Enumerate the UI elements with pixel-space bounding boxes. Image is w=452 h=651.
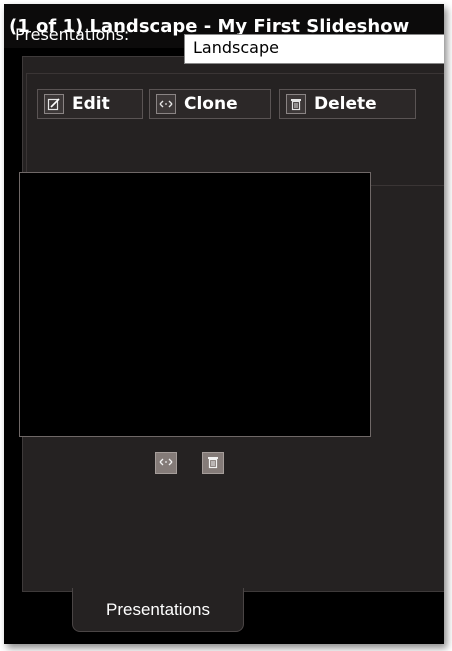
edit-icon — [44, 94, 64, 114]
trash-icon — [206, 454, 220, 473]
clone-button[interactable]: Clone — [149, 89, 271, 119]
presentations-label: Presentations: — [15, 25, 130, 44]
slide-delete-button[interactable] — [202, 452, 224, 474]
delete-button-label: Delete — [314, 94, 377, 114]
edit-button-label: Edit — [72, 94, 110, 114]
presentations-select[interactable]: Landscape — [184, 34, 444, 64]
tab-presentations[interactable]: Presentations — [72, 588, 244, 632]
delete-button[interactable]: Delete — [279, 89, 416, 119]
slide-thumbnail[interactable] — [19, 172, 371, 437]
clone-button-label: Clone — [184, 94, 238, 114]
clone-icon — [156, 94, 176, 114]
app-window: (1 of 1) Landscape - My First Slideshow … — [4, 4, 444, 644]
edit-button[interactable]: Edit — [37, 89, 143, 119]
trash-icon — [286, 94, 306, 114]
clone-icon — [159, 454, 173, 473]
slide-clone-button[interactable] — [155, 452, 177, 474]
